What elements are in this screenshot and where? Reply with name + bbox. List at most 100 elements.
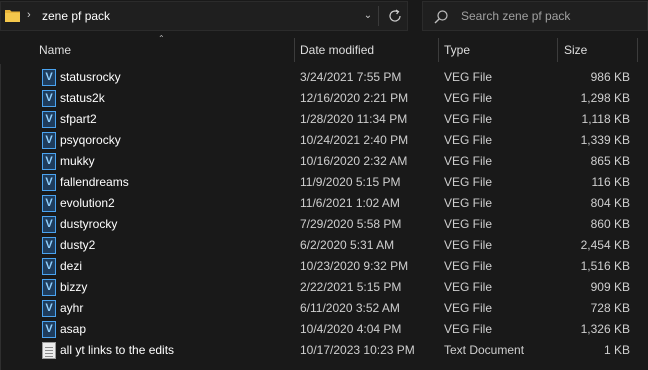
file-row[interactable]: Vmukky 10/16/2020 2:32 AM VEG File 865 KB bbox=[0, 151, 648, 172]
file-date-modified: 6/2/2020 5:31 AM bbox=[300, 238, 395, 252]
veg-file-icon: V bbox=[42, 90, 56, 107]
sort-chevron-icon: ⌃ bbox=[158, 34, 165, 43]
file-row[interactable]: Vayhr 6/11/2020 3:52 AM VEG File 728 KB bbox=[0, 298, 648, 319]
address-divider bbox=[378, 6, 379, 26]
file-type: Text Document bbox=[444, 343, 525, 357]
file-row[interactable]: Vasap 10/4/2020 4:04 PM VEG File 1,326 KB bbox=[0, 319, 648, 340]
veg-file-icon: V bbox=[42, 153, 56, 170]
toolbar: › zene pf pack ⌄ bbox=[0, 0, 648, 32]
folder-icon bbox=[5, 10, 20, 22]
file-size: 1,326 KB bbox=[580, 322, 630, 336]
search-box[interactable] bbox=[422, 1, 648, 31]
file-row[interactable]: Vdusty2 6/2/2020 5:31 AM VEG File 2,454 KB bbox=[0, 235, 648, 256]
file-size: 1,298 KB bbox=[580, 91, 630, 105]
file-size: 986 KB bbox=[590, 70, 630, 84]
file-type: VEG File bbox=[444, 154, 493, 168]
file-name: dusty2 bbox=[60, 238, 96, 252]
file-date-modified: 10/16/2020 2:32 AM bbox=[300, 154, 408, 168]
file-name: statusrocky bbox=[60, 70, 121, 84]
file-name: status2k bbox=[60, 91, 105, 105]
file-type: VEG File bbox=[444, 91, 493, 105]
chevron-down-icon[interactable]: ⌄ bbox=[359, 2, 377, 30]
file-type: VEG File bbox=[444, 70, 493, 84]
file-date-modified: 11/9/2020 5:15 PM bbox=[300, 175, 401, 189]
file-name: all yt links to the edits bbox=[60, 343, 175, 357]
file-type: VEG File bbox=[444, 196, 493, 210]
file-name: sfpart2 bbox=[60, 112, 97, 126]
file-row[interactable]: Vevolution2 11/6/2021 1:02 AM VEG File 804 … bbox=[0, 193, 648, 214]
file-date-modified: 10/23/2020 9:32 PM bbox=[300, 259, 409, 273]
veg-file-icon: V bbox=[42, 195, 56, 212]
file-type: VEG File bbox=[444, 112, 493, 126]
file-row[interactable]: Vstatusrocky 3/24/2021 7:55 PM VEG File 986… bbox=[0, 67, 648, 88]
veg-file-icon: V bbox=[42, 111, 56, 128]
file-type: VEG File bbox=[444, 175, 493, 189]
search-input[interactable] bbox=[461, 2, 641, 30]
veg-file-icon: V bbox=[42, 279, 56, 296]
file-row[interactable]: Vpsyqorocky 10/24/2021 2:40 PM VEG File 1,3… bbox=[0, 130, 648, 151]
column-header-size[interactable]: Size bbox=[564, 37, 587, 63]
file-type: VEG File bbox=[444, 322, 493, 336]
refresh-icon[interactable] bbox=[387, 8, 403, 24]
file-date-modified: 6/11/2020 3:52 AM bbox=[300, 301, 400, 315]
file-type: VEG File bbox=[444, 259, 493, 273]
search-icon bbox=[434, 10, 448, 24]
column-header-date[interactable]: Date modified bbox=[300, 37, 374, 63]
veg-file-icon: V bbox=[42, 216, 56, 233]
file-name: psyqorocky bbox=[60, 133, 121, 147]
file-type: VEG File bbox=[444, 238, 493, 252]
file-date-modified: 1/28/2020 11:34 PM bbox=[300, 112, 408, 126]
veg-file-icon: V bbox=[42, 174, 56, 191]
file-name: evolution2 bbox=[60, 196, 115, 210]
breadcrumb-current-folder[interactable]: zene pf pack bbox=[42, 9, 110, 23]
file-date-modified: 7/29/2020 5:58 PM bbox=[300, 217, 402, 231]
file-row[interactable]: Vstatus2k 12/16/2020 2:21 PM VEG File 1,298… bbox=[0, 88, 648, 109]
veg-file-icon: V bbox=[42, 69, 56, 86]
file-date-modified: 3/24/2021 7:55 PM bbox=[300, 70, 402, 84]
breadcrumb-chevron-icon: › bbox=[27, 9, 31, 21]
file-size: 1,339 KB bbox=[580, 133, 630, 147]
veg-file-icon: V bbox=[42, 132, 56, 149]
file-date-modified: 11/6/2021 1:02 AM bbox=[300, 196, 400, 210]
file-row[interactable]: Vdustyrocky 7/29/2020 5:58 PM VEG File 860 … bbox=[0, 214, 648, 235]
file-name: mukky bbox=[60, 154, 95, 168]
column-header-type[interactable]: Type bbox=[444, 37, 470, 63]
file-row[interactable]: Vsfpart2 1/28/2020 11:34 PM VEG File 1,118 … bbox=[0, 109, 648, 130]
file-date-modified: 12/16/2020 2:21 PM bbox=[300, 91, 409, 105]
text-file-icon bbox=[42, 342, 56, 359]
column-divider[interactable] bbox=[637, 38, 638, 62]
file-size: 860 KB bbox=[590, 217, 630, 231]
column-divider[interactable] bbox=[294, 38, 295, 62]
file-row[interactable]: Vfallendreams 11/9/2020 5:15 PM VEG File 11… bbox=[0, 172, 648, 193]
file-name: bizzy bbox=[60, 280, 88, 294]
veg-file-icon: V bbox=[42, 258, 56, 275]
file-date-modified: 10/17/2023 10:23 PM bbox=[300, 343, 415, 357]
veg-file-icon: V bbox=[42, 300, 56, 317]
column-divider[interactable] bbox=[438, 38, 439, 62]
column-header-name[interactable]: Name bbox=[39, 37, 71, 63]
file-date-modified: 2/22/2021 5:15 PM bbox=[300, 280, 402, 294]
file-name: ayhr bbox=[60, 301, 84, 315]
file-name: dustyrocky bbox=[60, 217, 118, 231]
file-type: VEG File bbox=[444, 133, 493, 147]
file-row[interactable]: all yt links to the edits 10/17/2023 10:2… bbox=[0, 340, 648, 361]
file-date-modified: 10/24/2021 2:40 PM bbox=[300, 133, 409, 147]
file-size: 1,516 KB bbox=[580, 259, 630, 273]
file-size: 804 KB bbox=[590, 196, 630, 210]
file-size: 1,118 KB bbox=[581, 112, 630, 126]
file-size: 1 KB bbox=[603, 343, 630, 357]
file-date-modified: 10/4/2020 4:04 PM bbox=[300, 322, 402, 336]
file-type: VEG File bbox=[444, 280, 493, 294]
file-name: fallendreams bbox=[60, 175, 129, 189]
file-size: 2,454 KB bbox=[580, 238, 630, 252]
address-bar[interactable]: › zene pf pack ⌄ bbox=[0, 1, 408, 31]
file-size: 728 KB bbox=[590, 301, 630, 315]
column-divider[interactable] bbox=[557, 38, 558, 62]
file-size: 116 KB bbox=[591, 175, 630, 189]
file-name: asap bbox=[60, 322, 87, 336]
file-size: 909 KB bbox=[590, 280, 630, 294]
file-size: 865 KB bbox=[590, 154, 630, 168]
file-type: VEG File bbox=[444, 217, 493, 231]
file-row[interactable]: Vdezi 10/23/2020 9:32 PM VEG File 1,516 KB bbox=[0, 256, 648, 277]
file-row[interactable]: Vbizzy 2/22/2021 5:15 PM VEG File 909 KB bbox=[0, 277, 648, 298]
